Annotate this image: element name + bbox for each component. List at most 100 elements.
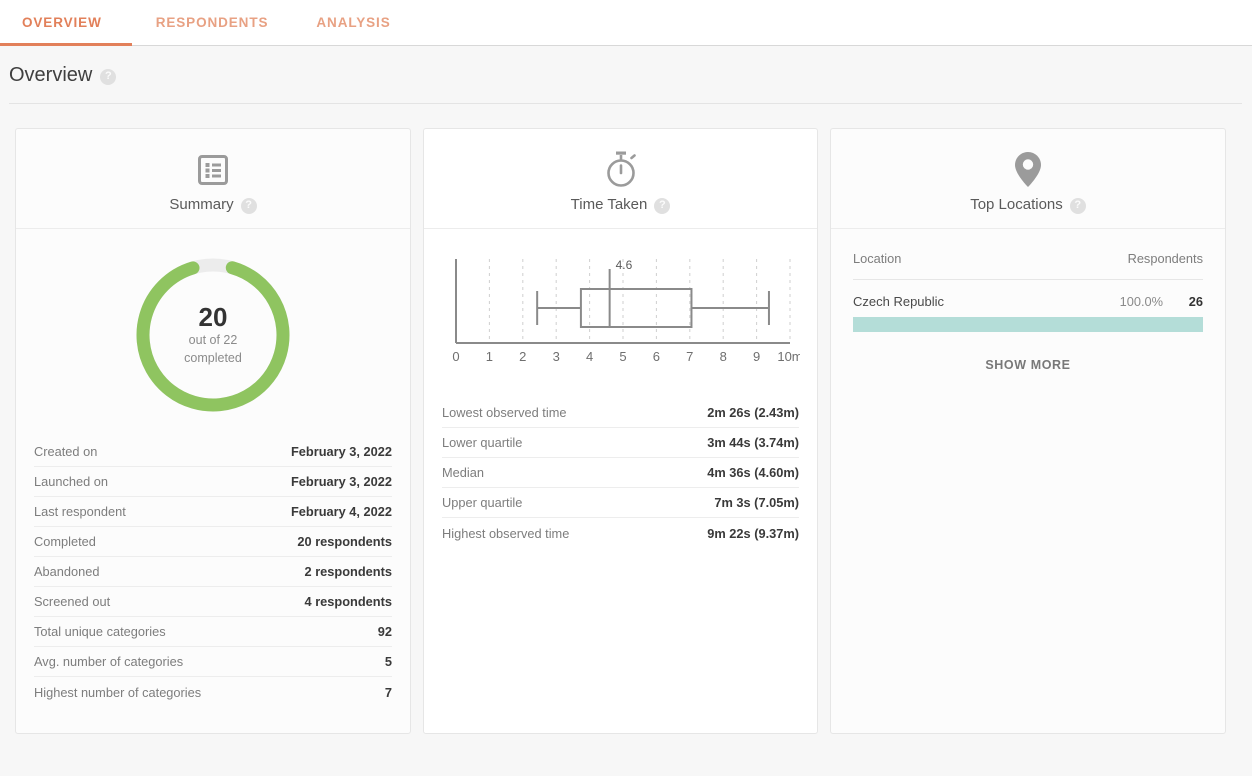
row-key: Abandoned (34, 564, 100, 579)
row-value: 2m 26s (2.43m) (707, 405, 799, 420)
column-header-location: Location (853, 251, 902, 266)
row-key: Lower quartile (442, 435, 523, 450)
page-help-icon[interactable]: ? (100, 68, 117, 85)
locations-table-header: Location Respondents (853, 251, 1203, 280)
table-row: Total unique categories 92 (34, 617, 392, 647)
time-taken-help-icon[interactable]: ? (654, 197, 671, 214)
location-bar-track (853, 317, 1203, 332)
row-value: 20 respondents (297, 534, 392, 549)
row-key: Highest observed time (442, 525, 570, 541)
row-value: 4 respondents (304, 594, 392, 609)
top-locations-card: Top Locations ? Location Respondents Cze… (830, 128, 1226, 734)
row-value: 9m 22s (9.37m) (707, 525, 799, 541)
donut-completed: completed (184, 351, 242, 366)
row-key: Total unique categories (34, 624, 166, 639)
row-key: Created on (34, 444, 98, 459)
location-percent: 100.0% (1119, 294, 1163, 309)
time-taken-boxplot-wrap: 4.6 0 1 2 3 4 5 6 7 8 9 10m (424, 229, 817, 384)
svg-text:1: 1 (486, 349, 493, 364)
map-pin-icon (1013, 150, 1043, 190)
table-row: Highest observed time 9m 22s (9.37m) (442, 518, 799, 548)
summary-card-title: Summary (169, 196, 234, 213)
top-locations-title-row: Top Locations ? (970, 196, 1086, 214)
row-key: Screened out (34, 594, 111, 609)
table-row: Median 4m 36s (4.60m) (442, 458, 799, 488)
list-summary-icon (196, 150, 230, 190)
donut-value: 20 (198, 301, 228, 332)
svg-text:7: 7 (686, 349, 693, 364)
completion-donut: 20 out of 22 completed (133, 255, 293, 415)
time-taken-stats-table: Lowest observed time 2m 26s (2.43m) Lowe… (424, 384, 817, 548)
row-value: February 3, 2022 (290, 444, 392, 459)
location-row: Czech Republic 100.0% 26 (853, 280, 1203, 309)
top-locations-card-header: Top Locations ? (831, 129, 1225, 229)
summary-title-row: Summary ? (169, 196, 257, 214)
location-metrics: 100.0% 26 (1120, 294, 1203, 309)
page-header-inner: Overview ? (9, 64, 1242, 104)
locations-table: Location Respondents Czech Republic 100.… (831, 229, 1225, 372)
row-key: Median (442, 465, 484, 480)
top-locations-card-title: Top Locations (970, 196, 1063, 213)
table-row: Abandoned 2 respondents (34, 557, 392, 587)
table-row: Avg. number of categories 5 (34, 647, 392, 677)
svg-text:4: 4 (586, 349, 593, 364)
location-name: Czech Republic (853, 294, 945, 309)
time-taken-boxplot: 4.6 0 1 2 3 4 5 6 7 8 9 10m (452, 258, 802, 364)
svg-text:8: 8 (720, 349, 727, 364)
row-value: 7 (384, 684, 392, 700)
tab-analysis[interactable]: ANALYSIS (292, 0, 414, 45)
time-taken-card-header: Time Taken ? (424, 129, 817, 229)
summary-card-header: Summary ? (16, 129, 410, 229)
row-value: 2 respondents (304, 564, 392, 579)
svg-text:2: 2 (519, 349, 526, 364)
svg-text:10m: 10m (777, 349, 800, 364)
row-value: 3m 44s (3.74m) (707, 435, 799, 450)
summary-details-table: Created on February 3, 2022 Launched on … (16, 437, 410, 707)
location-count: 26 (1188, 294, 1203, 309)
tab-overview[interactable]: OVERVIEW (0, 0, 132, 46)
row-value: 92 (377, 624, 392, 639)
svg-text:6: 6 (653, 349, 660, 364)
table-row: Lowest observed time 2m 26s (2.43m) (442, 398, 799, 428)
row-key: Avg. number of categories (34, 654, 184, 669)
page-header: Overview ? (0, 46, 1252, 104)
summary-help-icon[interactable]: ? (240, 197, 257, 214)
row-value: February 4, 2022 (290, 504, 392, 519)
svg-text:0: 0 (452, 349, 459, 364)
time-taken-card-title: Time Taken (570, 196, 648, 213)
svg-text:5: 5 (619, 349, 626, 364)
row-key: Last respondent (34, 504, 126, 519)
row-value: 4m 36s (4.60m) (707, 465, 799, 480)
list-item[interactable]: Czech Republic 100.0% 26 (853, 280, 1203, 332)
table-row: Highest number of categories 7 (34, 677, 392, 707)
row-key: Completed (34, 534, 96, 549)
cards-container: Summary ? 20 out of 22 completed Created… (0, 104, 1252, 734)
table-row: Created on February 3, 2022 (34, 437, 392, 467)
table-row: Upper quartile 7m 3s (7.05m) (442, 488, 799, 518)
page-title: Overview (9, 64, 93, 86)
row-key: Launched on (34, 474, 109, 489)
summary-card: Summary ? 20 out of 22 completed Created… (15, 128, 411, 734)
table-row: Launched on February 3, 2022 (34, 467, 392, 497)
show-more-button[interactable]: SHOW MORE (853, 358, 1203, 372)
row-value: 5 (384, 654, 392, 669)
row-value: 7m 3s (7.05m) (714, 495, 799, 510)
svg-text:9: 9 (753, 349, 760, 364)
donut-outof: out of 22 (188, 333, 238, 348)
svg-text:4.6: 4.6 (616, 258, 633, 272)
column-header-respondents: Respondents (1127, 251, 1203, 266)
table-row: Completed 20 respondents (34, 527, 392, 557)
svg-text:3: 3 (553, 349, 560, 364)
time-taken-card: Time Taken ? 4.6 0 1 2 3 4 5 6 7 8 9 10m Lowest obs… (423, 128, 818, 734)
donut-center-label: 20 out of 22 completed (133, 255, 293, 415)
row-key: Upper quartile (442, 495, 523, 510)
tab-respondents[interactable]: RESPONDENTS (132, 0, 293, 45)
table-row: Screened out 4 respondents (34, 587, 392, 617)
location-bar-fill (853, 317, 1203, 332)
table-row: Lower quartile 3m 44s (3.74m) (442, 428, 799, 458)
top-locations-help-icon[interactable]: ? (1069, 197, 1086, 214)
row-key: Lowest observed time (442, 405, 567, 420)
completion-donut-wrap: 20 out of 22 completed (16, 229, 410, 437)
main-tab-bar: OVERVIEW RESPONDENTS ANALYSIS (0, 0, 1252, 46)
table-row: Last respondent February 4, 2022 (34, 497, 392, 527)
